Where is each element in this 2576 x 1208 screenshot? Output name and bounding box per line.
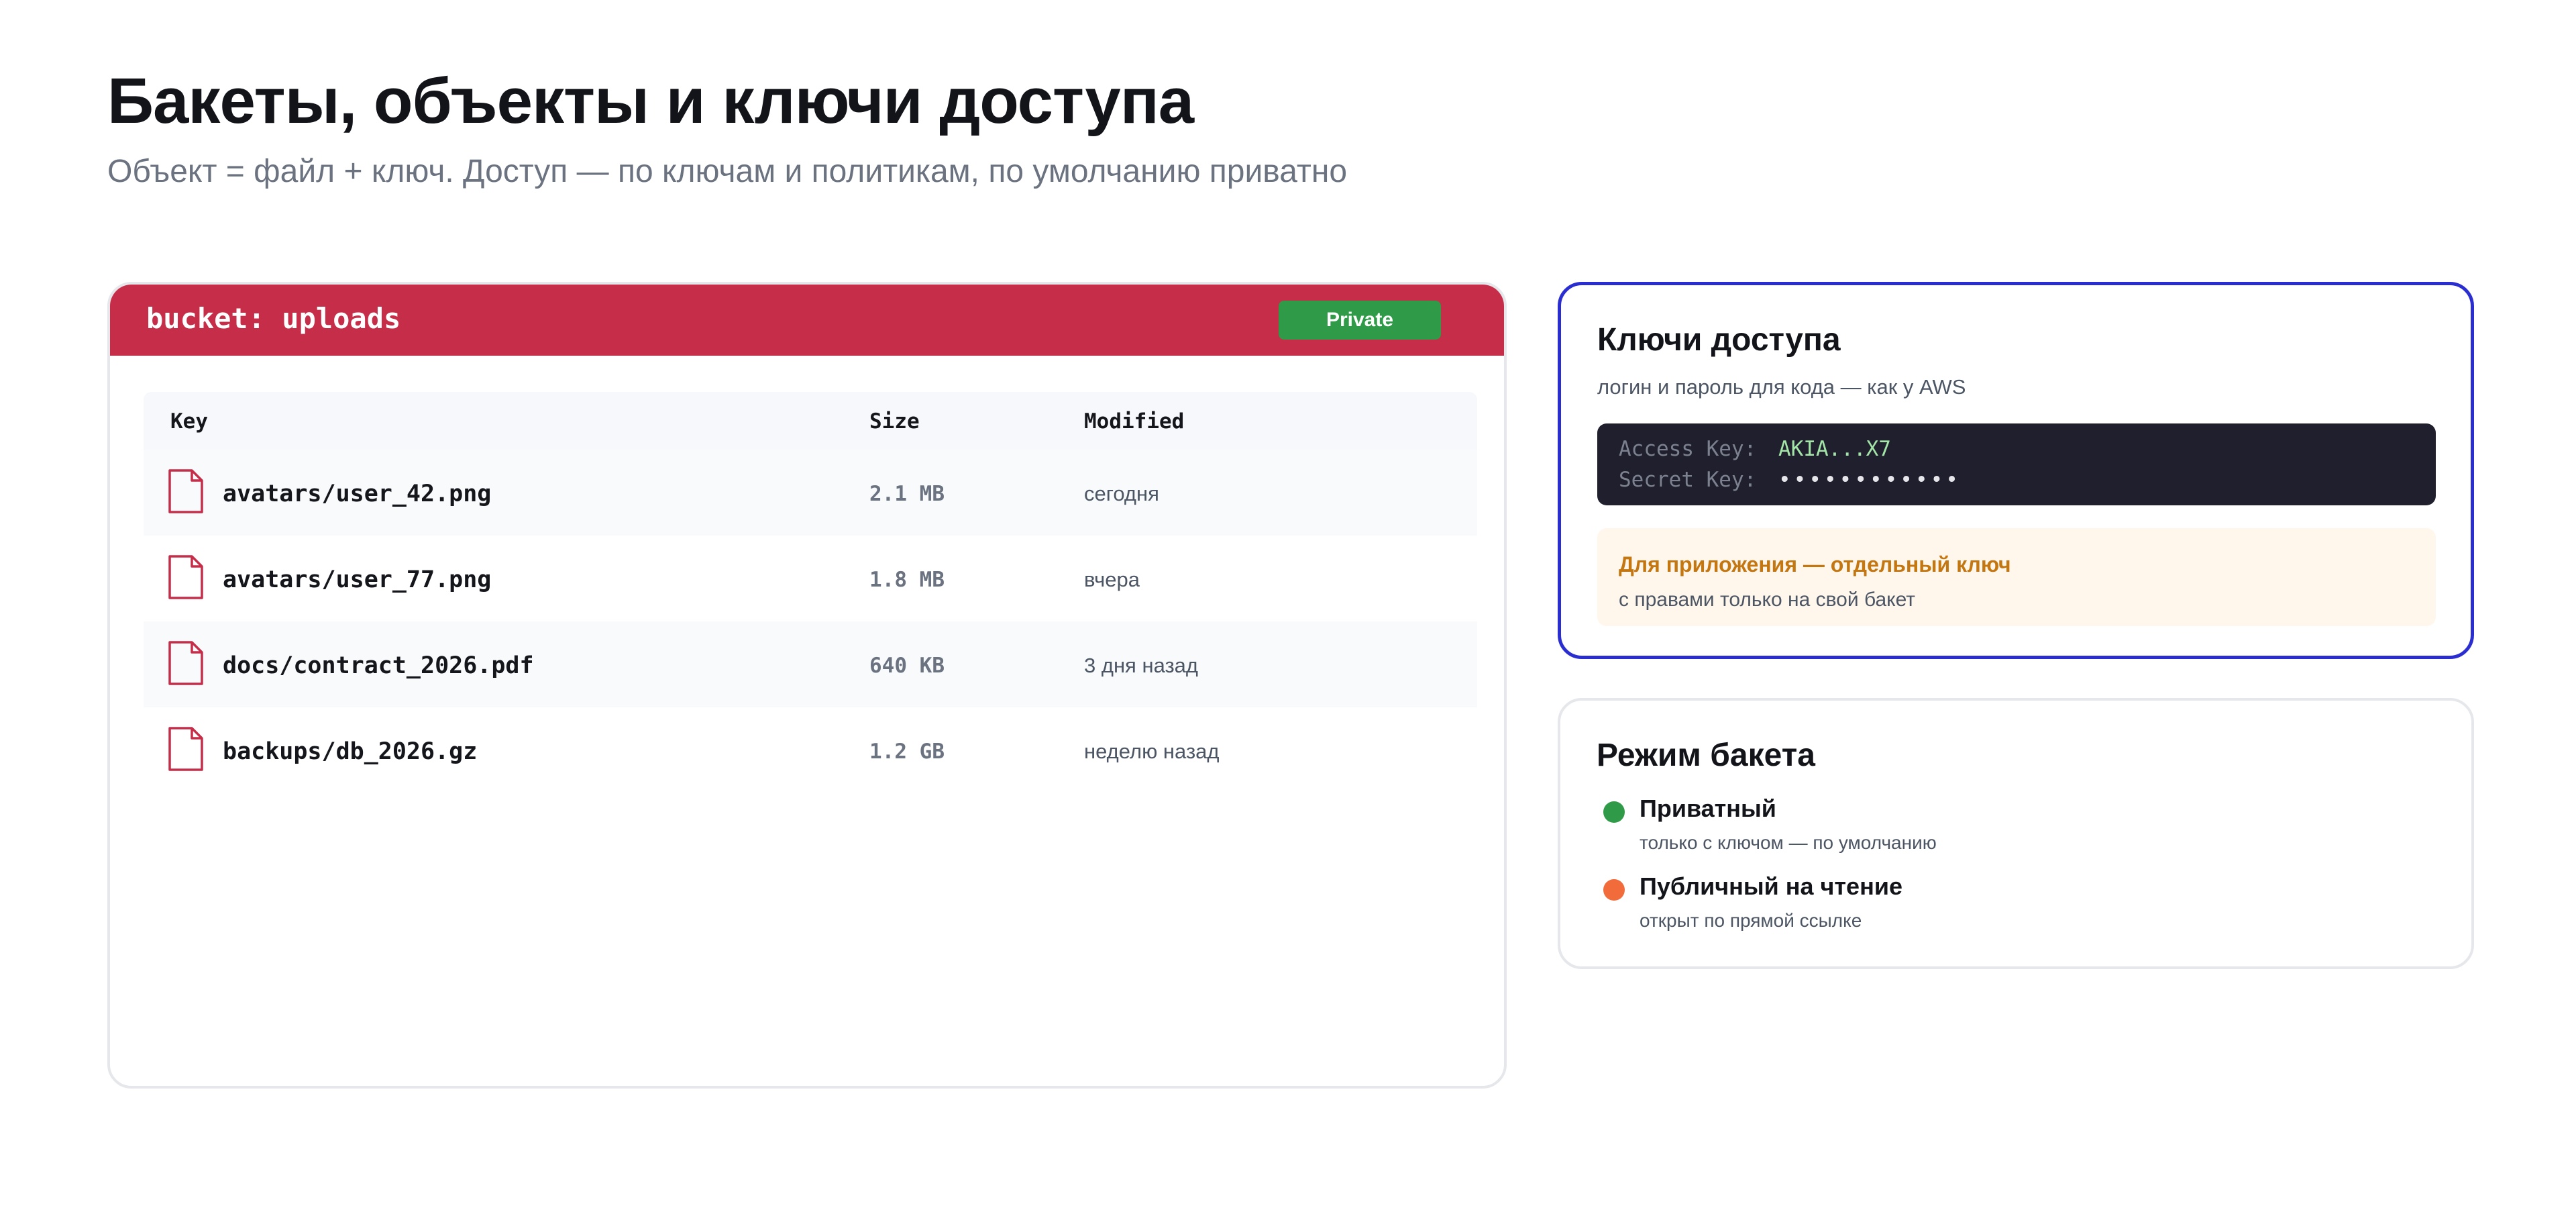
column-header-modified[interactable]: Modified (1084, 409, 1184, 434)
secret-key-value[interactable]: •••••••••••• (1778, 468, 1961, 492)
page-subtitle: Объект = файл + ключ. Доступ — по ключам… (107, 154, 1348, 189)
bucket-name: bucket: uploads (146, 302, 401, 335)
table-row[interactable]: avatars/user_77.png 1.8 MB вчера (144, 536, 1477, 621)
access-keys-title: Ключи доступа (1597, 322, 1841, 358)
mode-description: открыт по прямой ссылке (1640, 910, 1862, 931)
private-badge: Private (1279, 301, 1441, 340)
mode-description: только с ключом — по умолчанию (1640, 832, 1937, 853)
file-size: 1.2 GB (869, 740, 945, 764)
file-table: Key Size Modified avatars/user_42.png 2.… (144, 392, 1477, 793)
app-key-tip: Для приложения — отдельный ключ с правам… (1597, 528, 2436, 626)
file-size: 1.8 MB (869, 568, 945, 592)
bucket-card: bucket: uploads Private Key Size Modifie… (107, 282, 1507, 1089)
column-header-key[interactable]: Key (170, 409, 208, 434)
mode-label: Публичный на чтение (1640, 872, 1902, 900)
table-row[interactable]: backups/db_2026.gz 1.2 GB неделю назад (144, 707, 1477, 793)
key-code-block: Access Key: AKIA...X7 Secret Key: ••••••••… (1597, 423, 2436, 505)
tip-text: с правами только на свой бакет (1619, 589, 1916, 611)
file-icon (168, 469, 203, 513)
access-keys-subtitle: логин и пароль для кода — как у AWS (1597, 375, 1966, 399)
status-dot-green (1603, 801, 1625, 823)
access-key-value[interactable]: AKIA...X7 (1778, 437, 1891, 461)
page: Бакеты, объекты и ключи доступа Объект =… (0, 0, 2576, 1208)
access-key-label: Access Key: (1619, 437, 1757, 461)
file-key: avatars/user_77.png (223, 566, 492, 593)
table-row[interactable]: avatars/user_42.png 2.1 MB сегодня (144, 450, 1477, 536)
file-modified: неделю назад (1084, 740, 1220, 763)
file-icon (168, 727, 203, 771)
file-modified: сегодня (1084, 482, 1159, 505)
file-modified: вчера (1084, 568, 1140, 591)
bucket-header: bucket: uploads Private (110, 285, 1504, 356)
file-icon (168, 555, 203, 599)
access-key-line: Access Key: AKIA...X7 (1619, 437, 1891, 461)
mode-label: Приватный (1640, 795, 1776, 822)
table-header: Key Size Modified (144, 392, 1477, 450)
table-row[interactable]: docs/contract_2026.pdf 640 KB 3 дня наза… (144, 621, 1477, 707)
status-dot-orange (1603, 879, 1625, 901)
file-size: 640 KB (869, 654, 945, 678)
file-key: backups/db_2026.gz (223, 738, 478, 765)
bucket-mode-card: Режим бакета Приватный только с ключом —… (1558, 698, 2474, 969)
access-keys-card: Ключи доступа логин и пароль для кода — … (1558, 282, 2474, 659)
bucket-mode-title: Режим бакета (1597, 738, 1815, 773)
page-title: Бакеты, объекты и ключи доступа (107, 65, 1194, 137)
file-key: avatars/user_42.png (223, 481, 492, 507)
tip-title: Для приложения — отдельный ключ (1619, 552, 2011, 576)
file-size: 2.1 MB (869, 482, 945, 506)
secret-key-label: Secret Key: (1619, 468, 1757, 492)
column-header-size[interactable]: Size (869, 409, 920, 434)
file-icon (168, 641, 203, 685)
secret-key-line: Secret Key: •••••••••••• (1619, 468, 1961, 492)
file-modified: 3 дня назад (1084, 654, 1199, 677)
file-key: docs/contract_2026.pdf (223, 652, 534, 679)
